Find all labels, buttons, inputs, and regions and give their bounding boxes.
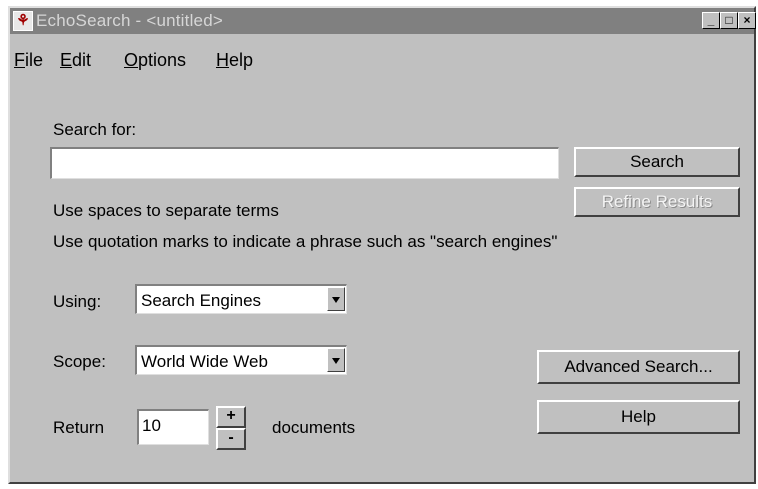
advanced-search-button[interactable]: Advanced Search... — [537, 350, 740, 384]
using-label: Using: — [53, 292, 102, 311]
return-label: Return — [53, 418, 105, 437]
using-dropdown[interactable]: Search Engines — [135, 284, 347, 314]
refine-results-button[interactable]: Refine Results — [574, 187, 740, 217]
scope-dropdown[interactable]: World Wide Web — [135, 345, 347, 375]
maximize-button[interactable]: □ — [720, 12, 738, 29]
return-count-input[interactable]: 10 — [137, 409, 209, 445]
close-button[interactable]: × — [738, 12, 756, 29]
documents-label: documents — [272, 418, 356, 437]
hint-spaces: Use spaces to separate terms — [53, 201, 279, 220]
search-for-label: Search for: — [53, 120, 137, 139]
decrement-button[interactable]: - — [216, 428, 246, 450]
search-input[interactable] — [50, 147, 559, 179]
increment-button[interactable]: + — [216, 406, 246, 428]
menu-file[interactable]: File — [14, 50, 43, 71]
menu-edit[interactable]: Edit — [60, 50, 91, 71]
search-button[interactable]: Search — [574, 147, 740, 177]
scope-selected: World Wide Web — [141, 352, 268, 371]
using-selected: Search Engines — [141, 291, 262, 310]
main-window: ⚘ EchoSearch - <untitled> _ □ × File Edi… — [8, 6, 756, 484]
app-icon[interactable]: ⚘ — [13, 11, 33, 31]
menu-help[interactable]: Help — [216, 50, 253, 71]
scope-label: Scope: — [53, 352, 106, 371]
window-title: EchoSearch - <untitled> — [36, 11, 223, 30]
help-button[interactable]: Help — [537, 400, 740, 434]
title-bar[interactable]: ⚘ EchoSearch - <untitled> _ □ × — [10, 8, 756, 34]
menu-options[interactable]: Options — [124, 50, 186, 71]
chevron-down-icon[interactable] — [327, 348, 345, 372]
chevron-down-icon[interactable] — [327, 287, 345, 311]
menu-bar: File Edit Options Help — [10, 36, 754, 70]
hint-quotes: Use quotation marks to indicate a phrase… — [53, 232, 558, 251]
minimize-button[interactable]: _ — [702, 12, 720, 29]
